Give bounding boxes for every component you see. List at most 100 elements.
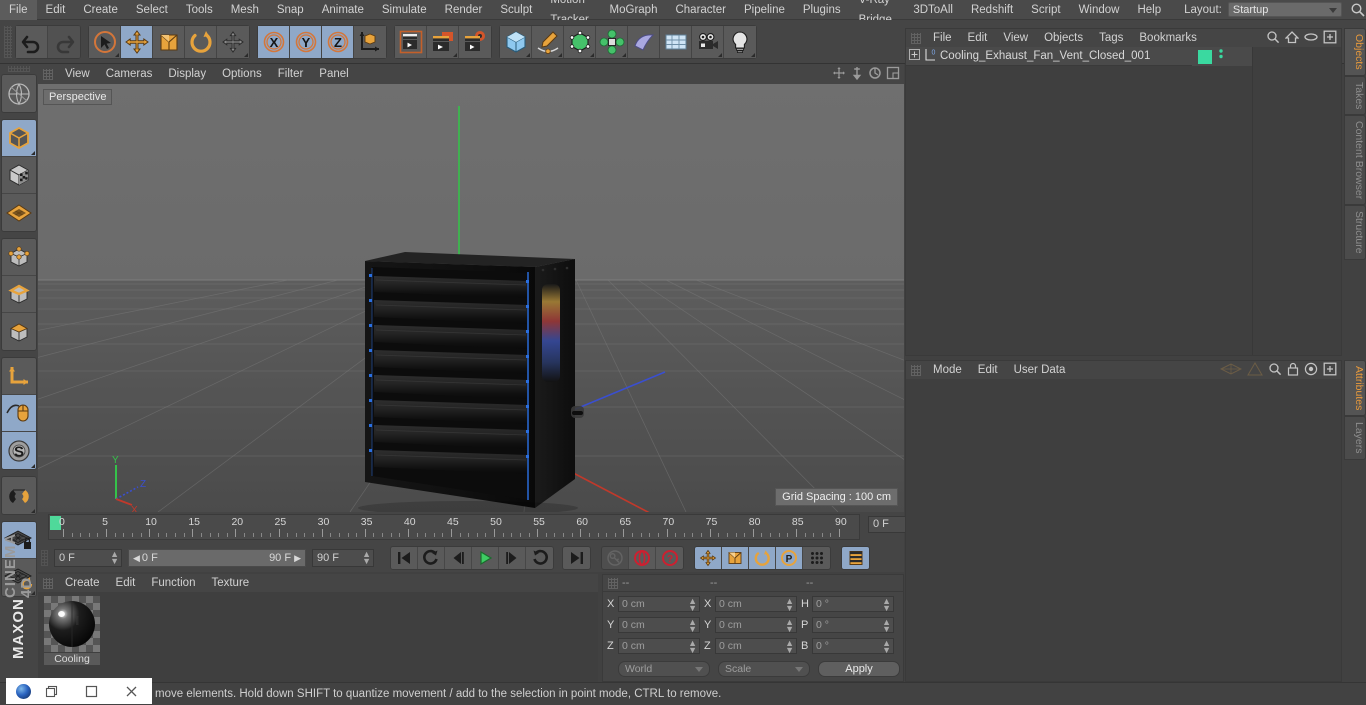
object-menu-tags[interactable]: Tags [1091,29,1131,47]
dolly-icon[interactable] [850,66,864,83]
menu-item-tools[interactable]: Tools [177,0,222,20]
record-position-icon[interactable] [695,547,722,569]
attribute-menu-mode[interactable]: Mode [925,361,970,379]
search-icon[interactable] [1350,2,1366,18]
spinner-icon[interactable]: ▲▼ [882,617,891,633]
pos-z-field[interactable]: 0 cm ▲ ▼ [618,637,700,654]
tab-objects[interactable]: Objects [1344,28,1366,76]
spline-pen-icon[interactable] [532,25,564,58]
go-to-end-icon[interactable] [563,547,590,569]
menu-item-script[interactable]: Script [1022,0,1069,20]
move-dynamic-icon[interactable] [217,25,249,58]
deformer-icon[interactable] [596,25,628,58]
play-icon[interactable] [472,547,499,569]
viewport-menu-view[interactable]: View [57,64,98,84]
close-icon[interactable] [112,685,152,698]
model-mode-icon[interactable] [2,120,36,157]
render-settings-icon[interactable] [459,25,491,58]
range-left-arrow[interactable]: ◀ [133,553,140,564]
material-tag-icon[interactable] [1198,49,1212,64]
y-axis-icon[interactable]: Y [290,25,322,58]
maximize-icon[interactable] [71,685,111,698]
floor-grid-icon[interactable] [660,25,692,58]
soft-selection-icon[interactable]: S [2,432,36,469]
tab-takes[interactable]: Takes [1344,75,1366,116]
material-item[interactable]: Cooling [44,596,100,666]
undo-icon[interactable] [16,25,48,58]
attribute-content[interactable] [906,379,1341,681]
cube-primitive-icon[interactable] [500,25,532,58]
tab-layers[interactable]: Layers [1344,416,1366,460]
transport-preview-end[interactable]: 90 F ▲ ▼ [312,549,374,567]
previous-key-icon[interactable] [418,547,445,569]
record-pla-icon[interactable]: P [776,547,803,569]
coordinate-grip[interactable] [608,577,618,589]
generator-icon[interactable] [564,25,596,58]
object-menu-edit[interactable]: Edit [960,29,996,47]
menu-item-help[interactable]: Help [1128,0,1170,20]
menu-item-3dtoall[interactable]: 3DToAll [904,0,962,20]
menu-item-character[interactable]: Character [666,0,735,20]
toolbar-grip[interactable] [4,25,12,58]
step-forward-icon[interactable] [499,547,526,569]
size-z-field[interactable]: 0 cm ▲ ▼ [715,637,797,654]
record-scale-icon[interactable] [722,547,749,569]
rot-p-field[interactable]: 0 ° ▲ ▼ [812,616,894,633]
step-back-icon[interactable] [445,547,472,569]
next-key-icon[interactable] [526,547,553,569]
axis-modify-icon[interactable] [2,358,36,395]
menu-item-select[interactable]: Select [127,0,177,20]
expand-toggle-icon[interactable] [909,49,920,63]
spinner-icon[interactable]: ▲▼ [688,596,697,612]
menu-item-sculpt[interactable]: Sculpt [491,0,541,20]
spinner-icon[interactable]: ▲▼ [882,638,891,654]
spinner-icon[interactable]: ▲▼ [688,638,697,654]
viewport-solo-icon[interactable] [2,395,36,432]
menu-item-render[interactable]: Render [436,0,492,20]
triangle-icon[interactable] [1247,362,1263,379]
menu-item-simulate[interactable]: Simulate [373,0,436,20]
camera-icon[interactable] [692,25,724,58]
spinner-icon[interactable]: ▲▼ [110,550,119,566]
material-list[interactable]: Cooling [38,592,598,682]
tab-attributes[interactable]: Attributes [1344,360,1366,417]
object-row[interactable]: 0 Cooling_Exhaust_Fan_Vent_Closed_001 [906,47,1192,66]
viewport-grip[interactable] [43,68,53,80]
points-mode-icon[interactable] [2,239,36,276]
overlay-mini-window[interactable] [6,678,152,704]
viewport-menu-filter[interactable]: Filter [270,64,312,84]
viewport-menu-panel[interactable]: Panel [311,64,356,84]
snap-magnet-icon[interactable] [2,477,36,514]
object-tree[interactable]: 0 Cooling_Exhaust_Fan_Vent_Closed_001 [906,47,1341,355]
record-rotation-icon[interactable] [749,547,776,569]
spinner-icon[interactable]: ▲▼ [362,550,371,566]
go-to-start-icon[interactable] [391,547,418,569]
object-menu-view[interactable]: View [995,29,1036,47]
spinner-icon[interactable]: ▲▼ [785,638,794,654]
transport-grip[interactable] [41,550,48,566]
size-y-field[interactable]: 0 cm ▲ ▼ [715,616,797,633]
menu-item-pipeline[interactable]: Pipeline [735,0,794,20]
transport-range-slider[interactable]: ◀ 0 F 90 F ▶ [128,549,306,567]
move-icon[interactable] [121,25,153,58]
polygons-mode-icon[interactable] [2,313,36,350]
material-menu-texture[interactable]: Texture [203,574,257,592]
menu-item-create[interactable]: Create [74,0,127,20]
coordinate-system-dropdown[interactable]: World [618,660,710,677]
menu-item-mograph[interactable]: MoGraph [601,0,667,20]
edges-mode-icon[interactable] [2,276,36,313]
expand-icon[interactable] [1323,362,1337,379]
make-editable-icon[interactable] [2,75,36,112]
menu-item-window[interactable]: Window [1070,0,1129,20]
timeline-toggle-icon[interactable] [842,547,869,569]
environment-icon[interactable] [628,25,660,58]
material-grip[interactable] [43,577,53,589]
autokey-key-icon[interactable] [602,547,629,569]
attribute-menu-edit[interactable]: Edit [970,361,1006,379]
search-icon[interactable] [1266,30,1280,47]
render-region-icon[interactable] [427,25,459,58]
search-icon[interactable] [1268,362,1282,379]
menu-item-animate[interactable]: Animate [313,0,373,20]
menu-item-edit[interactable]: Edit [37,0,75,20]
material-menu-edit[interactable]: Edit [108,574,144,592]
